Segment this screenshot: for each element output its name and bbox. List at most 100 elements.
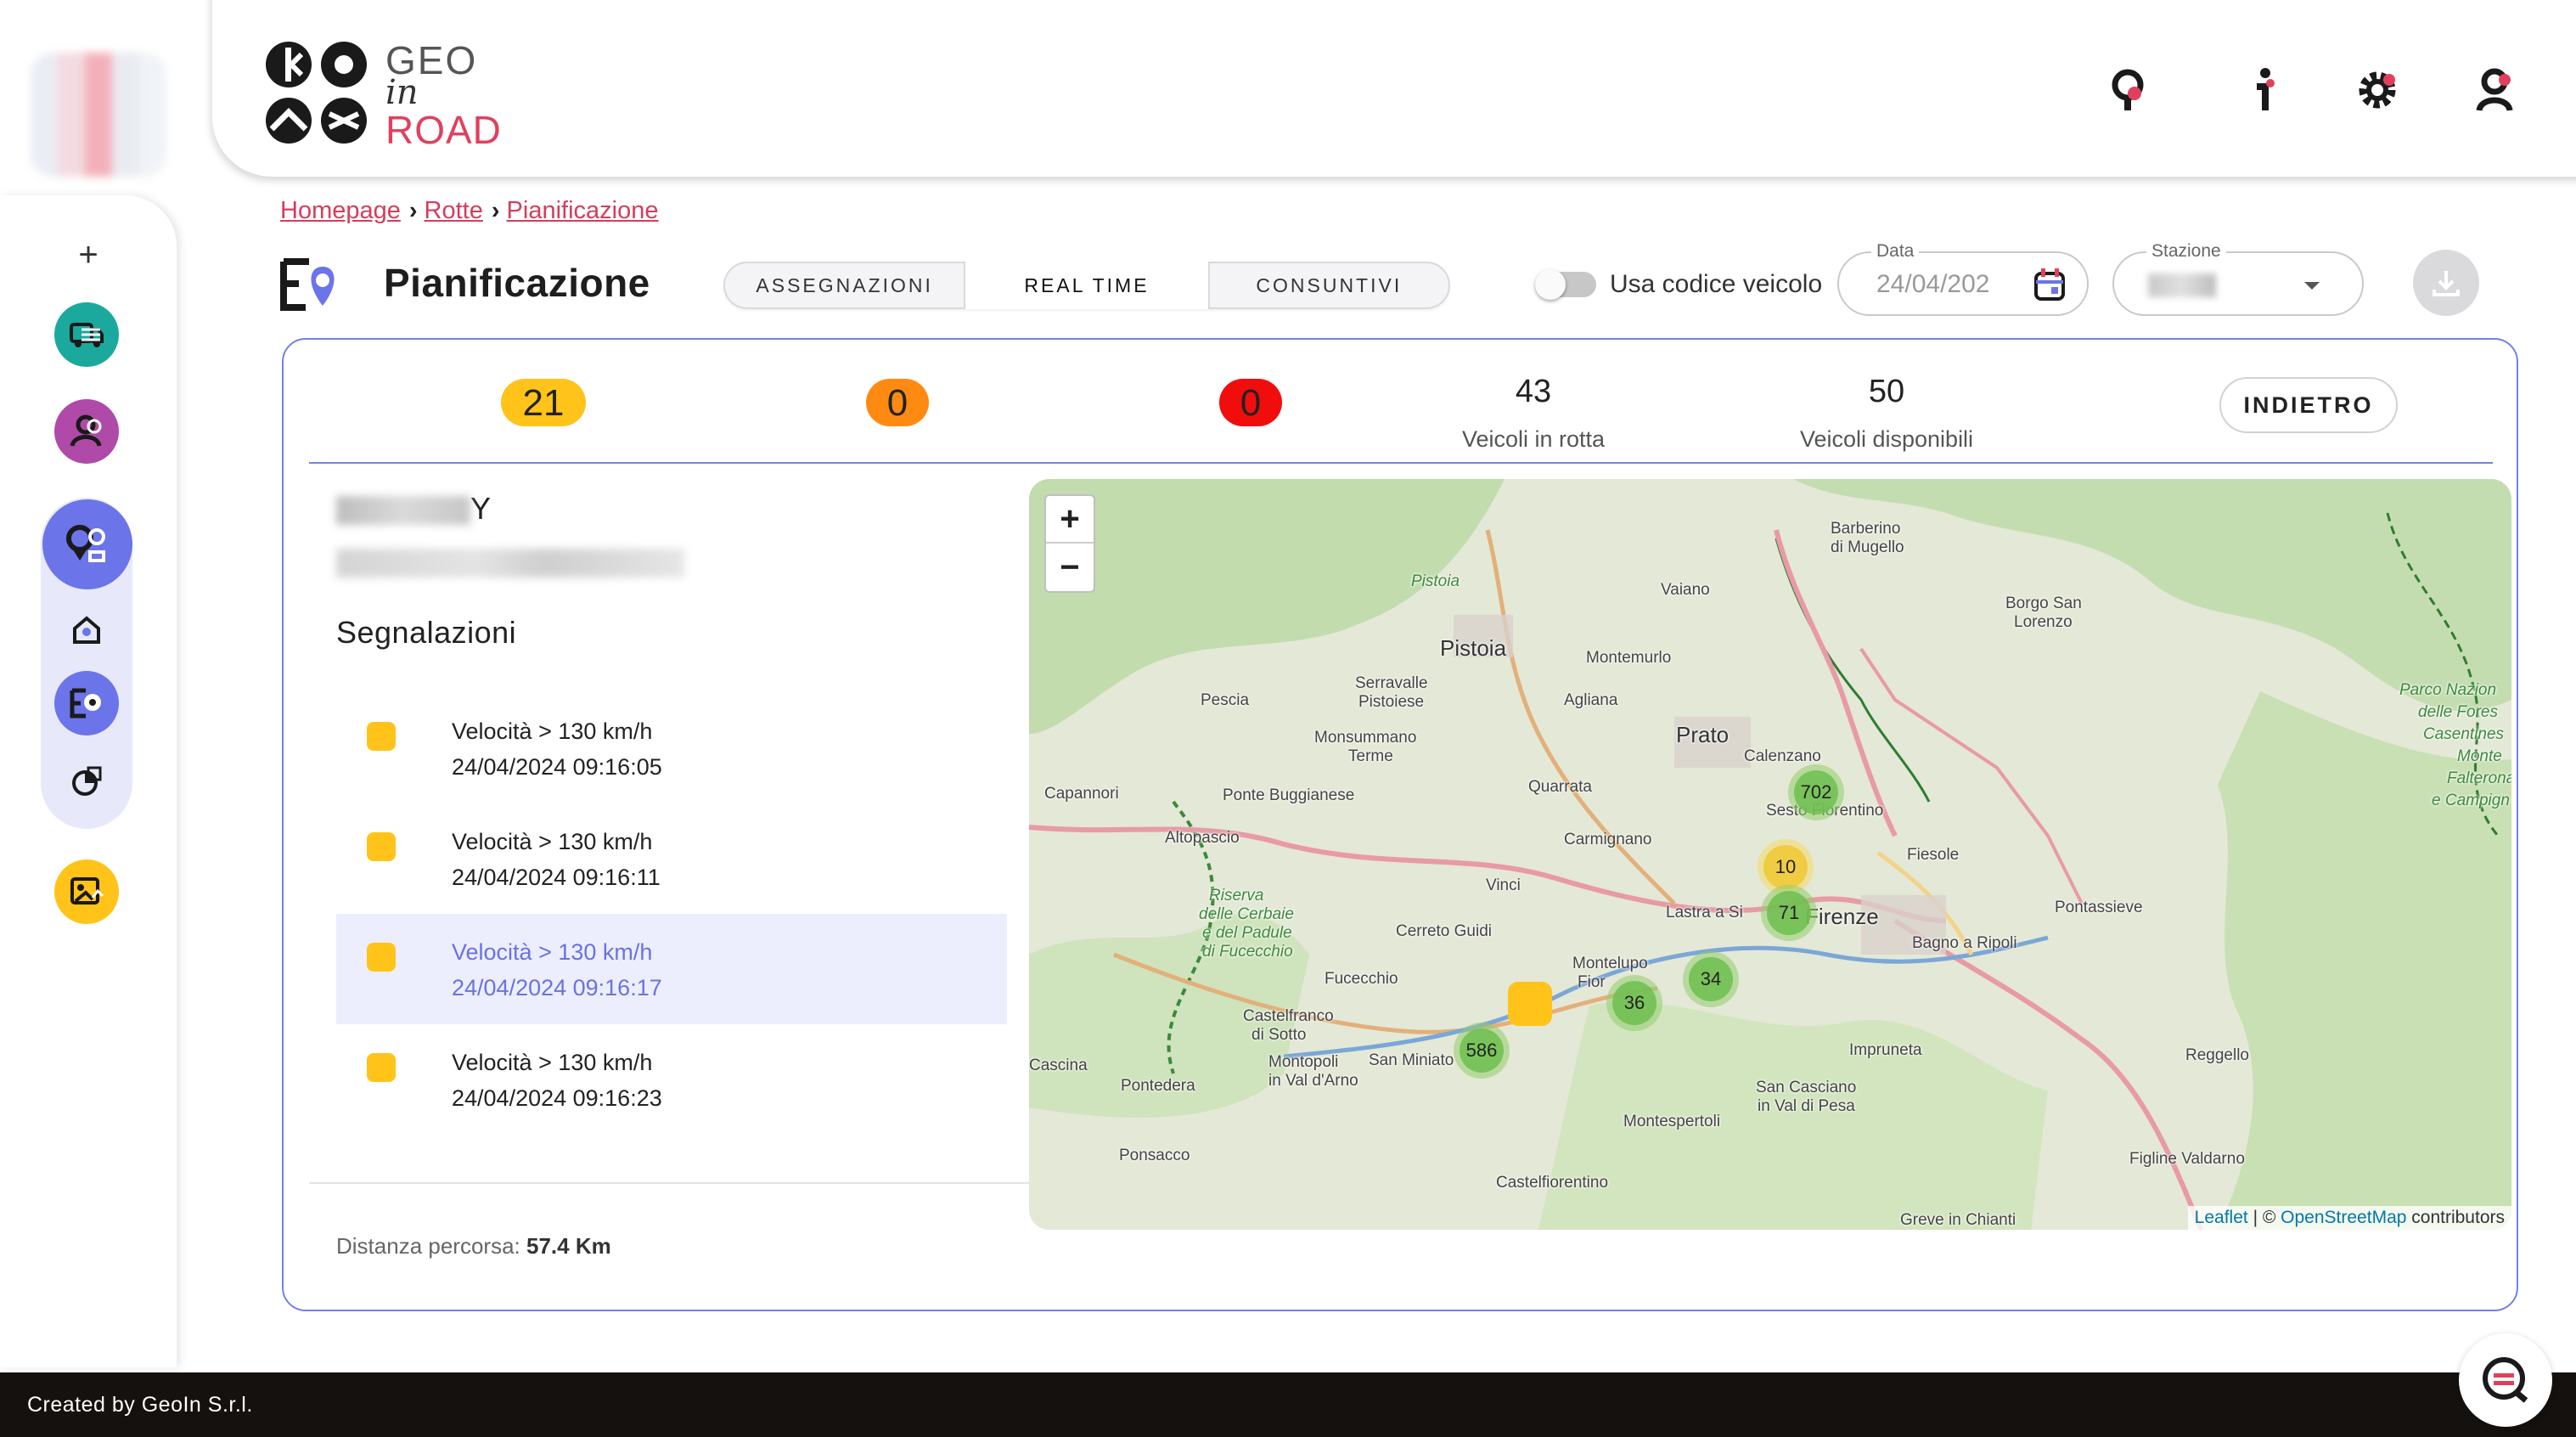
map-label: Ponte Buggianese [1223,786,1355,804]
map-label: Montopoli [1268,1053,1339,1071]
map-label: Vinci [1486,876,1521,894]
truck-list-icon [70,323,104,347]
brand-logo[interactable]: GEO in ROAD [263,39,501,149]
alert-severity-dot [367,1053,396,1082]
map-label: Monsummano [1314,729,1417,747]
map-label: Pontassieve [2055,899,2143,916]
map-label: di Mugello [1831,538,1904,556]
divider [309,1182,1056,1184]
map-label: in Val di Pesa [1758,1097,1855,1115]
station-select[interactable]: Stazione [2112,241,2364,316]
breadcrumb-homepage-link[interactable]: Homepage [280,197,401,224]
chat-button[interactable] [2459,1333,2552,1427]
map-label: Altopascio [1165,829,1240,847]
user-icon[interactable] [2472,66,2520,114]
vehicle-code-toggle[interactable] [1535,269,1596,300]
leaflet-link[interactable]: Leaflet [2195,1208,2248,1227]
breadcrumb-rotte-link[interactable]: Rotte [425,197,483,224]
map-label: Capannori [1044,785,1119,803]
alert-item[interactable]: Velocità > 130 km/h 24/04/2024 09:16:11 [336,803,1007,914]
cluster-count: 71 [1767,891,1811,935]
date-field[interactable]: Data 24/04/202 [1837,241,2089,316]
red-alerts-count[interactable]: 0 [1219,379,1282,426]
sidebar-item-vehicles[interactable] [54,302,119,367]
distance-label: Distanza percorsa: [336,1233,520,1259]
alert-text: Velocità > 130 km/h 24/04/2024 09:16:23 [452,1045,662,1116]
osm-link[interactable]: OpenStreetMap [2281,1208,2406,1227]
zoom-out-button[interactable]: − [1046,544,1094,591]
sidebar-item-users[interactable] [54,399,119,464]
calendar-icon[interactable] [2033,267,2068,302]
vehicles-in-route-label: Veicoli in rotta [1461,426,1606,452]
map-label: Bagno a Ripoli [1912,934,2017,952]
map-label: Castelfiorentino [1496,1174,1609,1192]
alert-item-selected[interactable]: Velocità > 130 km/h 24/04/2024 09:16:17 [336,914,1007,1024]
breadcrumb: Homepage › Rotte › Pianificazione [280,197,659,225]
map-cluster-marker[interactable]: 586 [1454,1023,1510,1079]
alert-item[interactable]: Velocità > 130 km/h 24/04/2024 09:16:23 [336,1024,1007,1135]
tab-real-time[interactable]: REAL TIME [965,262,1208,309]
alert-time: 24/04/2024 09:16:17 [452,975,662,1000]
map-cluster-marker[interactable]: 34 [1683,951,1739,1007]
vehicle-name-suffix: Y [470,491,492,526]
report-icon [72,766,102,796]
alert-severity-dot [367,832,396,861]
map-label: Pescia [1201,691,1250,709]
map-label: Lorenzo [2014,613,2073,631]
sidebar-item-stations[interactable] [54,598,119,662]
sidebar-item-planning[interactable] [54,671,119,735]
cluster-count: 586 [1460,1028,1504,1073]
alert-time: 24/04/2024 09:16:23 [452,1085,662,1111]
sidebar-item-routes[interactable] [42,499,132,589]
route-map[interactable]: + − Pistoia Pistoia Prato Firenze Barber… [1029,479,2511,1230]
map-label: Casentines [2423,725,2505,743]
yellow-alerts-count[interactable]: 21 [501,379,586,426]
map-label: Prato [1676,722,1730,747]
route-detail-card: 21 0 0 43 Veicoli in rotta 50 Veicoli di… [282,338,2518,1311]
cluster-count: 36 [1612,981,1656,1025]
image-chart-icon [70,877,104,904]
footer-credits: Created by GeoIn S.r.l. [27,1393,253,1417]
sidebar-expand-button[interactable]: + [70,236,107,274]
map-label: Cascina [1029,1057,1088,1074]
map-pin-icon[interactable] [2106,66,2153,114]
orange-alerts-count[interactable]: 0 [866,379,929,426]
map-label: delle Fores [2418,703,2498,721]
distance-travelled: Distanza percorsa: 57.4 Km [336,1233,611,1259]
sidebar-item-gallery[interactable] [54,859,119,924]
map-label: Pistoia [1440,635,1507,661]
alert-text: Velocità > 130 km/h 24/04/2024 09:16:11 [452,824,661,895]
download-button[interactable] [2413,250,2479,316]
map-label: Fior [1578,973,1606,991]
avatar[interactable] [31,53,166,177]
map-label: Cerreto Guidi [1396,922,1492,940]
map-cluster-marker[interactable]: 36 [1606,975,1662,1031]
alert-item[interactable]: Velocità > 130 km/h 24/04/2024 09:16:05 [336,693,1007,803]
map-label: di Fucecchio [1202,943,1293,961]
alert-description: Velocità > 130 km/h [452,1050,653,1075]
map-label: Fiesole [1907,846,1960,864]
map-label: e del Padule [1202,924,1292,942]
back-button[interactable]: INDIETRO [2219,377,2398,433]
alert-text: Velocità > 130 km/h 24/04/2024 09:16:05 [452,713,662,785]
zoom-in-button[interactable]: + [1046,496,1094,544]
tab-assegnazioni[interactable]: ASSEGNAZIONI [723,262,965,309]
breadcrumb-pianificazione-link[interactable]: Pianificazione [507,197,659,224]
cluster-count: 34 [1689,957,1733,1001]
map-label: Montemurlo [1586,649,1672,667]
alerts-title: Segnalazioni [336,615,517,650]
gear-icon[interactable] [2355,66,2403,114]
date-input[interactable]: 24/04/202 [1876,270,2012,299]
map-label: Riserva [1209,887,1264,904]
tab-consuntivi[interactable]: CONSUNTIVI [1208,262,1450,309]
map-label: Impruneta [1849,1041,1922,1059]
map-cluster-marker[interactable]: 71 [1761,885,1817,941]
vehicle-code-toggle-label: Usa codice veicolo [1610,270,1823,298]
vehicle-name: Y [336,491,491,528]
map-cluster-marker[interactable]: 702 [1788,764,1844,820]
sidebar-item-reports[interactable] [54,749,119,814]
info-icon[interactable] [2241,66,2289,114]
station-selected-value [2148,273,2216,297]
logo-road-text: ROAD [385,108,502,152]
vehicle-position-marker[interactable] [1508,982,1552,1026]
